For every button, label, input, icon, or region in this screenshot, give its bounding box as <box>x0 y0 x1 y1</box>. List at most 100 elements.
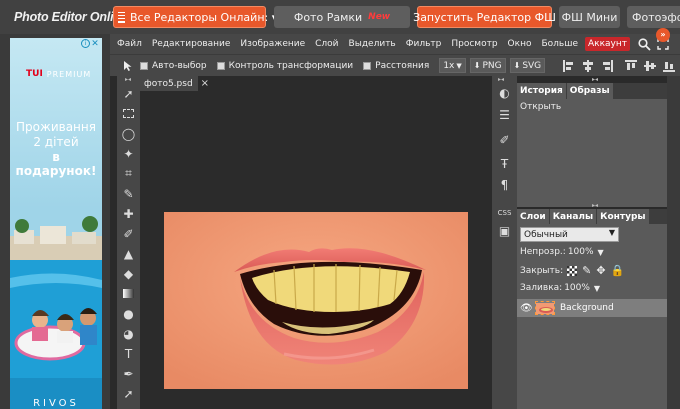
chevron-down-icon[interactable]: ▼ <box>594 284 600 293</box>
align-right-icon[interactable] <box>601 59 614 72</box>
move-tool-icon[interactable]: ➚ <box>119 84 138 103</box>
all-editors-button[interactable]: Все Редакторы Онлайн: ▾ <box>113 6 277 28</box>
align-center-icon[interactable] <box>582 59 594 72</box>
marquee-tool-icon[interactable] <box>119 104 138 123</box>
image-panel-icon[interactable]: ▣ <box>496 222 513 239</box>
close-tab-icon[interactable]: × <box>201 78 209 89</box>
export-png-button[interactable]: ⬇ PNG <box>469 58 506 73</box>
menu-window[interactable]: Окно <box>505 34 535 54</box>
photo-frames-button[interactable]: Фото Рамки New <box>274 6 410 28</box>
tab-channels[interactable]: Каналы <box>549 209 597 225</box>
menu-more[interactable]: Больше <box>538 34 581 54</box>
type-tool-icon[interactable]: T <box>119 344 138 363</box>
menu-layer[interactable]: Слой <box>312 34 341 54</box>
opacity-control[interactable]: Непрозр.: 100% ▼ <box>520 247 604 257</box>
new-badge: New <box>368 12 391 22</box>
zoom-select[interactable]: 1x ▼ <box>439 58 466 73</box>
paragraph-panel-icon[interactable]: ¶ <box>496 176 513 193</box>
path-select-icon[interactable]: ➚ <box>119 384 138 403</box>
ad-pool-photo <box>10 208 102 409</box>
clone-stamp-icon[interactable]: ▲ <box>119 244 138 263</box>
tab-history[interactable]: История <box>517 83 566 99</box>
lock-transparency-icon[interactable] <box>567 265 578 276</box>
distances-label: Расстояния <box>375 60 430 71</box>
photo-frames-label: Фото Рамки <box>293 10 363 24</box>
collapse-panels-icon[interactable]: ▸◂ <box>498 76 504 83</box>
align-middle-icon[interactable] <box>644 60 657 72</box>
all-editors-label: Все Редакторы Онлайн: ▾ <box>130 10 278 24</box>
lock-position-icon[interactable]: ✥ <box>596 264 605 277</box>
layer-thumbnail <box>535 301 555 315</box>
canvas-image[interactable] <box>164 212 468 389</box>
layer-row[interactable]: 👁 Background <box>517 299 667 317</box>
transform-controls-checkbox[interactable] <box>216 61 225 70</box>
tab-paths[interactable]: Контуры <box>597 209 649 225</box>
fill-control[interactable]: Заливка: 100% ▼ <box>520 283 600 293</box>
menu-edit[interactable]: Редактирование <box>149 34 234 54</box>
auto-select-checkbox[interactable] <box>140 61 148 70</box>
history-item[interactable]: Открыть <box>520 102 561 112</box>
collapse-history-icon[interactable]: ▸◂ <box>592 76 598 83</box>
magic-wand-icon[interactable]: ✦ <box>119 144 138 163</box>
opacity-label: Непрозр.: <box>520 247 566 257</box>
history-panel-tabs: История Образы <box>517 83 667 99</box>
align-bottom-icon[interactable] <box>663 60 676 72</box>
menu-view[interactable]: Просмотр <box>448 34 500 54</box>
menu-image[interactable]: Изображение <box>237 34 308 54</box>
eye-icon[interactable]: 👁 <box>520 303 533 314</box>
auto-select-option[interactable]: Авто-выбор <box>140 61 207 71</box>
adjustments-panel-icon[interactable]: ☰ <box>496 106 513 123</box>
transform-controls-option[interactable]: Контроль трансформации <box>216 61 353 71</box>
collapse-layers-icon[interactable]: ▸◂ <box>592 202 598 209</box>
healing-brush-icon[interactable]: ✚ <box>119 204 138 223</box>
pen-tool-icon[interactable]: ✒ <box>119 364 138 383</box>
menu-file[interactable]: Файл <box>114 34 145 54</box>
tab-layers[interactable]: Слои <box>517 209 549 225</box>
tools-panel: ▸◂ ➚ ◯ ✦ ⌗ ✎ ✚ ✐ ▲ ◆ ● ◕ T ✒ ➚ <box>117 76 140 409</box>
photo-effects-button[interactable]: Фотоэфф <box>627 6 680 28</box>
fill-value[interactable]: 100% <box>564 283 590 293</box>
download-icon: ⬇ <box>513 61 521 70</box>
ad-brand-logo: TUI <box>26 69 43 79</box>
history-panel-icon[interactable]: ◐ <box>496 84 513 101</box>
lasso-tool-icon[interactable]: ◯ <box>119 124 138 143</box>
menu-filter[interactable]: Фильтр <box>403 34 445 54</box>
search-icon[interactable] <box>638 37 651 51</box>
lock-all-icon[interactable]: 🔒 <box>611 264 625 277</box>
advertisement-banner[interactable]: i ✕ TUI PREMIUM Проживання 2 дітей в под… <box>10 38 102 409</box>
export-svg-button[interactable]: ⬇ SVG <box>509 58 546 73</box>
eraser-tool-icon[interactable]: ◆ <box>119 264 138 283</box>
collapse-toolbar-icon[interactable]: ▸◂ <box>125 76 131 83</box>
menu-select[interactable]: Выделить <box>346 34 399 54</box>
brush-panel-icon[interactable]: ✐ <box>496 131 513 148</box>
document-tab[interactable]: фото5.psd × <box>140 76 209 91</box>
blend-mode-select[interactable]: Обычный ▼ <box>520 227 619 242</box>
tab-swatches[interactable]: Образы <box>566 83 613 99</box>
mini-editor-button[interactable]: ФШ Мини <box>559 6 620 28</box>
chevron-down-icon[interactable]: ▼ <box>598 248 604 257</box>
blur-tool-icon[interactable]: ● <box>119 304 138 323</box>
move-tool-icon[interactable] <box>122 60 134 72</box>
character-panel-icon[interactable]: Ŧ <box>496 155 513 172</box>
css-panel-icon[interactable]: CSS <box>496 204 513 221</box>
eyedropper-icon[interactable]: ✎ <box>119 184 138 203</box>
lock-pixels-icon[interactable]: ✎ <box>582 264 591 277</box>
site-logo[interactable]: Photo Editor Online <box>14 10 128 24</box>
distances-checkbox[interactable] <box>363 61 372 70</box>
gradient-tool-icon[interactable] <box>119 284 138 303</box>
ad-info-icon[interactable]: i <box>81 39 90 48</box>
blend-mode-value: Обычный <box>524 229 568 240</box>
ad-close-icon[interactable]: ✕ <box>90 39 100 49</box>
fill-label: Заливка: <box>520 283 563 293</box>
dodge-tool-icon[interactable]: ◕ <box>119 324 138 343</box>
brush-tool-icon[interactable]: ✐ <box>119 224 138 243</box>
align-left-icon[interactable] <box>563 59 575 72</box>
distances-option[interactable]: Расстояния <box>363 61 429 71</box>
panel-scrollbar[interactable] <box>667 76 680 409</box>
side-menu-toggle-icon[interactable]: » <box>656 28 670 42</box>
account-button[interactable]: Аккаунт <box>584 37 630 51</box>
align-top-icon[interactable] <box>625 59 638 72</box>
crop-tool-icon[interactable]: ⌗ <box>119 164 138 183</box>
launch-editor-button[interactable]: Запустить Редактор ФШ <box>413 6 556 28</box>
opacity-value[interactable]: 100% <box>568 247 594 257</box>
